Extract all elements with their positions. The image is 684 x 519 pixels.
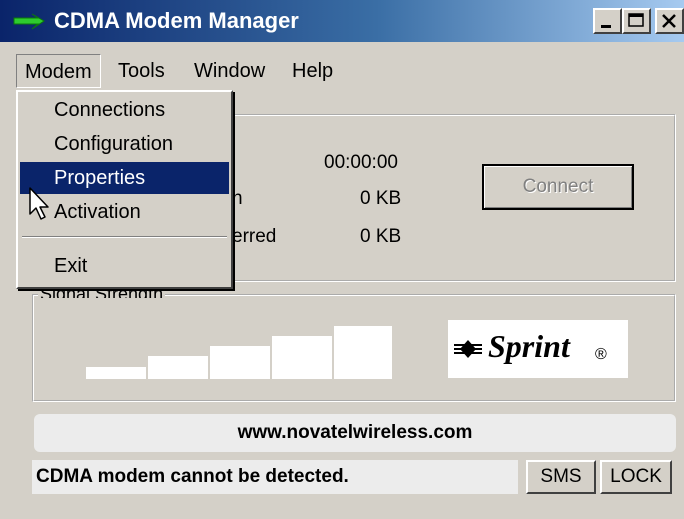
maximize-button[interactable] bbox=[622, 8, 651, 34]
menu-modem[interactable]: Modem bbox=[16, 54, 101, 88]
signal-bar-1 bbox=[86, 367, 146, 379]
menu-item-configuration[interactable]: Configuration bbox=[20, 128, 229, 160]
sprint-registered-mark: ® bbox=[595, 346, 607, 363]
sprint-brand-name: Sprint bbox=[488, 328, 570, 364]
title-bar[interactable]: CDMA Modem Manager bbox=[0, 0, 684, 42]
minimize-button[interactable] bbox=[593, 8, 622, 34]
sms-button[interactable]: SMS bbox=[526, 460, 596, 494]
minimize-icon bbox=[601, 25, 611, 28]
signal-bar-4 bbox=[272, 336, 332, 379]
received-value: 0 KB bbox=[360, 188, 402, 209]
connection-time: 00:00:00 bbox=[324, 152, 398, 173]
status-bar: CDMA modem cannot be detected. bbox=[32, 460, 518, 494]
menu-item-exit[interactable]: Exit bbox=[20, 250, 229, 282]
menu-window[interactable]: Window bbox=[186, 54, 273, 88]
menu-separator bbox=[22, 236, 227, 238]
menu-tools[interactable]: Tools bbox=[110, 54, 173, 88]
modem-manager-window: CDMA Modem Manager Modem Tools Window He… bbox=[0, 0, 684, 519]
website-link[interactable]: www.novatelwireless.com bbox=[34, 414, 676, 452]
sprint-logo: Sprint ® bbox=[448, 320, 628, 378]
connect-button[interactable]: Connect bbox=[482, 164, 634, 210]
menu-bar: Modem Tools Window Help bbox=[0, 52, 684, 92]
received-label: n bbox=[232, 188, 243, 209]
signal-bar-2 bbox=[148, 356, 208, 379]
mouse-pointer-icon bbox=[29, 187, 49, 220]
close-button[interactable] bbox=[655, 8, 684, 34]
transferred-value: 0 KB bbox=[360, 226, 402, 247]
signal-bar-3 bbox=[210, 346, 270, 379]
menu-help[interactable]: Help bbox=[284, 54, 341, 88]
sprint-swoosh-icon bbox=[13, 13, 45, 30]
status-text: CDMA modem cannot be detected. bbox=[36, 466, 349, 487]
website-bar[interactable]: www.novatelwireless.com bbox=[34, 414, 676, 452]
connect-button-label: Connect bbox=[522, 176, 594, 197]
menu-item-connections[interactable]: Connections bbox=[20, 94, 229, 126]
sprint-diamond-icon bbox=[454, 340, 482, 358]
close-icon bbox=[662, 14, 676, 28]
transferred-label: erred bbox=[232, 226, 277, 247]
signal-bar-5 bbox=[334, 326, 392, 379]
maximize-icon bbox=[628, 13, 644, 27]
window-title: CDMA Modem Manager bbox=[54, 8, 299, 33]
lock-button[interactable]: LOCK bbox=[600, 460, 672, 494]
